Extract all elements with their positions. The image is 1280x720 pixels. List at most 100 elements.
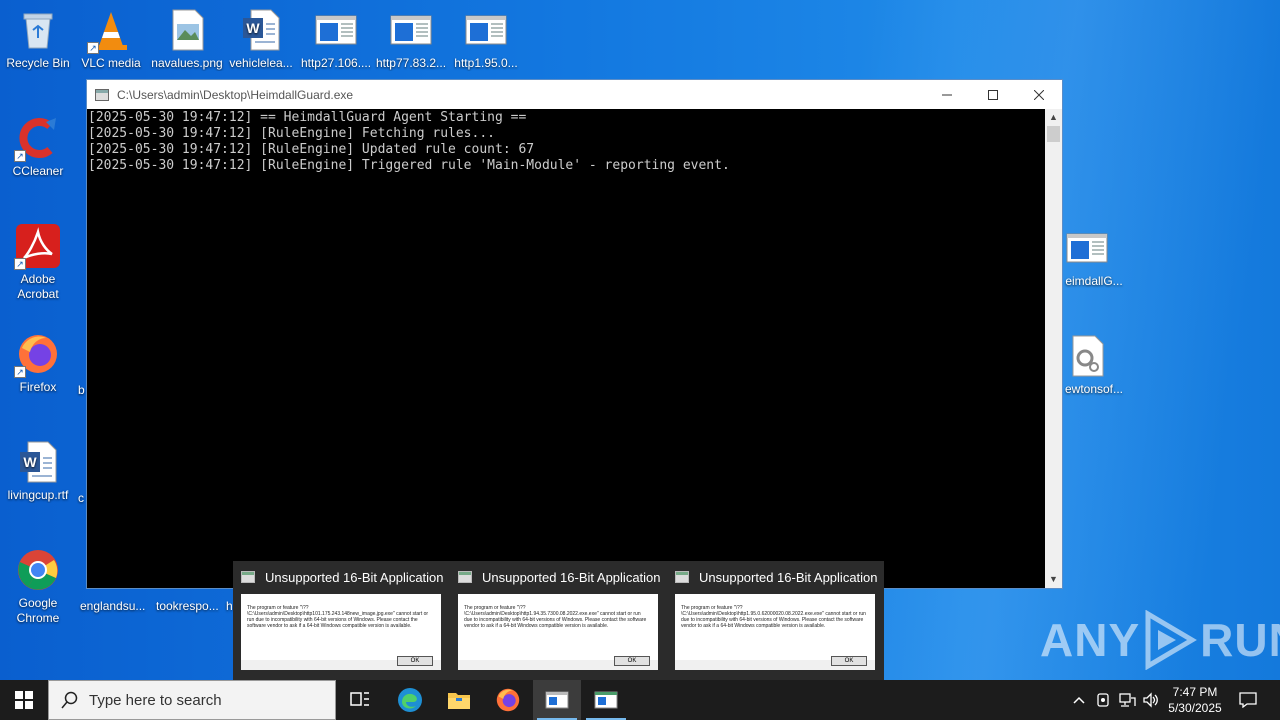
- desktop-icon-ccleaner[interactable]: ↗ CCleaner: [0, 116, 76, 179]
- desktop-icon-heimdallguard[interactable]: eimdallG...: [1063, 226, 1125, 289]
- taskbar-thumbnail-previews: Unsupported 16-Bit Application The progr…: [233, 561, 884, 680]
- preview-message: The program or feature "\??\C:\Users\adm…: [464, 605, 647, 629]
- notification-icon: [1239, 692, 1257, 708]
- ccleaner-icon: ↗: [14, 116, 60, 162]
- dialog-app-icon: [675, 571, 689, 583]
- volume-button[interactable]: [1140, 680, 1162, 720]
- network-button[interactable]: [1116, 680, 1138, 720]
- desktop-icon-livingcup[interactable]: W livingcup.rtf: [0, 440, 76, 503]
- executable-window-icon: [1065, 226, 1109, 270]
- console-output[interactable]: [2025-05-30 19:47:12] == HeimdallGuard A…: [87, 109, 1045, 588]
- folder-icon: [448, 693, 470, 709]
- desktop-icon-label: http27.106....: [300, 56, 372, 70]
- console-app-icon: [95, 88, 109, 101]
- preview-dialog: The program or feature "\??\C:\Users\adm…: [458, 594, 658, 670]
- preview-title: Unsupported 16-Bit Application: [699, 569, 878, 585]
- taskbar-unsupported-app-group[interactable]: [533, 680, 581, 720]
- partial-icon-label[interactable]: h: [226, 599, 233, 613]
- search-box[interactable]: Type here to search: [48, 680, 336, 720]
- taskbar-file-explorer[interactable]: [435, 680, 483, 720]
- taskbar: Type here to search 7:47 PM 5/30/2025: [0, 680, 1280, 720]
- image-file-icon: [165, 8, 209, 52]
- start-button[interactable]: [0, 680, 48, 720]
- vlc-icon: ↗: [87, 8, 133, 54]
- desktop-icon-label: vehiclelea...: [229, 56, 293, 70]
- chrome-icon: [16, 548, 60, 592]
- desktop-icon-http77[interactable]: http77.83.2...: [373, 8, 449, 71]
- desktop-icon-label: http77.83.2...: [375, 56, 447, 70]
- edge-icon: [398, 688, 422, 712]
- executable-window-icon: [464, 8, 508, 52]
- desktop-icon-vlc[interactable]: ↗ VLC media: [73, 8, 149, 71]
- clock-time: 7:47 PM: [1172, 685, 1218, 699]
- vertical-scrollbar[interactable]: ▲ ▼: [1045, 109, 1062, 588]
- desktop-icon-http27[interactable]: http27.106....: [298, 8, 374, 71]
- desktop-icon-label: ewtonsof...: [1064, 382, 1124, 396]
- close-icon: [1034, 89, 1044, 100]
- desktop-icon-label: CCleaner: [12, 164, 64, 178]
- clock-date: 5/30/2025: [1168, 701, 1222, 715]
- recycle-bin-icon: [16, 8, 60, 52]
- partial-icon-label[interactable]: englandsu...: [80, 599, 145, 613]
- preview-dialog: The program or feature "\??\C:\Users\adm…: [675, 594, 875, 670]
- desktop-icon-chrome[interactable]: Google Chrome: [0, 548, 76, 626]
- volume-icon: [1143, 692, 1158, 708]
- partial-icon-label[interactable]: c: [78, 491, 84, 505]
- dialog-app-icon: [241, 571, 255, 583]
- application-window-icon: [594, 691, 618, 709]
- preview-title: Unsupported 16-Bit Application: [265, 569, 444, 585]
- close-button[interactable]: [1016, 80, 1062, 109]
- desktop-icon-http1[interactable]: http1.95.0...: [448, 8, 524, 71]
- desktop-icon-navalues[interactable]: navalues.png: [149, 8, 225, 71]
- firefox-icon: ↗: [14, 332, 60, 378]
- scroll-down-icon[interactable]: ▼: [1045, 571, 1062, 588]
- play-logo-icon: [1145, 610, 1198, 670]
- action-center-button[interactable]: [1234, 680, 1262, 720]
- svg-text:W: W: [23, 454, 37, 470]
- desktop-icon-label: Google Chrome: [16, 596, 60, 625]
- thumbnail-preview[interactable]: Unsupported 16-Bit Application The progr…: [667, 561, 884, 680]
- desktop-icon-label: Firefox: [19, 380, 57, 394]
- minimize-button[interactable]: [924, 80, 970, 109]
- desktop-icon-label: navalues.png: [151, 56, 223, 70]
- task-view-button[interactable]: [336, 680, 384, 720]
- taskbar-firefox[interactable]: [484, 680, 532, 720]
- chevron-up-icon: [1073, 696, 1085, 704]
- desktop-icon-vehiclelea[interactable]: W vehiclelea...: [223, 8, 299, 71]
- thumbnail-preview[interactable]: Unsupported 16-Bit Application The progr…: [233, 561, 450, 680]
- partial-icon-label[interactable]: b: [78, 383, 85, 397]
- scroll-up-icon[interactable]: ▲: [1045, 109, 1062, 126]
- desktop-icon-newtonsof[interactable]: ewtonsof...: [1063, 334, 1125, 397]
- application-window-icon: [545, 691, 569, 709]
- desktop-icon-firefox[interactable]: ↗ Firefox: [0, 332, 76, 395]
- system-clock[interactable]: 7:47 PM 5/30/2025: [1160, 684, 1230, 716]
- thumbnail-preview[interactable]: Unsupported 16-Bit Application The progr…: [450, 561, 667, 680]
- shortcut-arrow-icon: ↗: [14, 258, 26, 270]
- show-hidden-icons-button[interactable]: [1068, 680, 1090, 720]
- partial-icon-label[interactable]: tookrespo...: [156, 599, 219, 613]
- preview-ok-button: OK: [614, 656, 650, 666]
- word-document-icon: W: [16, 440, 60, 484]
- console-window[interactable]: C:\Users\admin\Desktop\HeimdallGuard.exe…: [86, 79, 1063, 589]
- preview-title: Unsupported 16-Bit Application: [482, 569, 661, 585]
- taskbar-console-app[interactable]: [582, 680, 630, 720]
- word-document-icon: W: [239, 8, 283, 52]
- desktop-icon-recycle-bin[interactable]: Recycle Bin: [0, 8, 76, 71]
- console-titlebar[interactable]: C:\Users\admin\Desktop\HeimdallGuard.exe: [87, 80, 1062, 109]
- taskbar-edge[interactable]: [386, 680, 434, 720]
- maximize-button[interactable]: [970, 80, 1016, 109]
- adobe-acrobat-icon: ↗: [14, 224, 60, 270]
- tray-device-button[interactable]: [1092, 680, 1114, 720]
- console-line: [2025-05-30 19:47:12] == HeimdallGuard A…: [88, 110, 527, 125]
- scrollbar-thumb[interactable]: [1047, 126, 1060, 142]
- shortcut-arrow-icon: ↗: [14, 366, 26, 378]
- watermark-text-left: ANY: [1040, 614, 1141, 666]
- desktop-icon-label: http1.95.0...: [454, 56, 518, 70]
- settings-file-icon: [1065, 334, 1109, 378]
- maximize-icon: [988, 89, 998, 100]
- preview-dialog: The program or feature "\??\C:\Users\adm…: [241, 594, 441, 670]
- desktop-icon-adobe-acrobat[interactable]: ↗ Adobe Acrobat: [0, 224, 76, 302]
- desktop-icon-label: eimdallG...: [1065, 274, 1123, 288]
- console-line: [2025-05-30 19:47:12] [RuleEngine] Updat…: [88, 142, 535, 157]
- desktop-icon-label: Recycle Bin: [6, 56, 70, 70]
